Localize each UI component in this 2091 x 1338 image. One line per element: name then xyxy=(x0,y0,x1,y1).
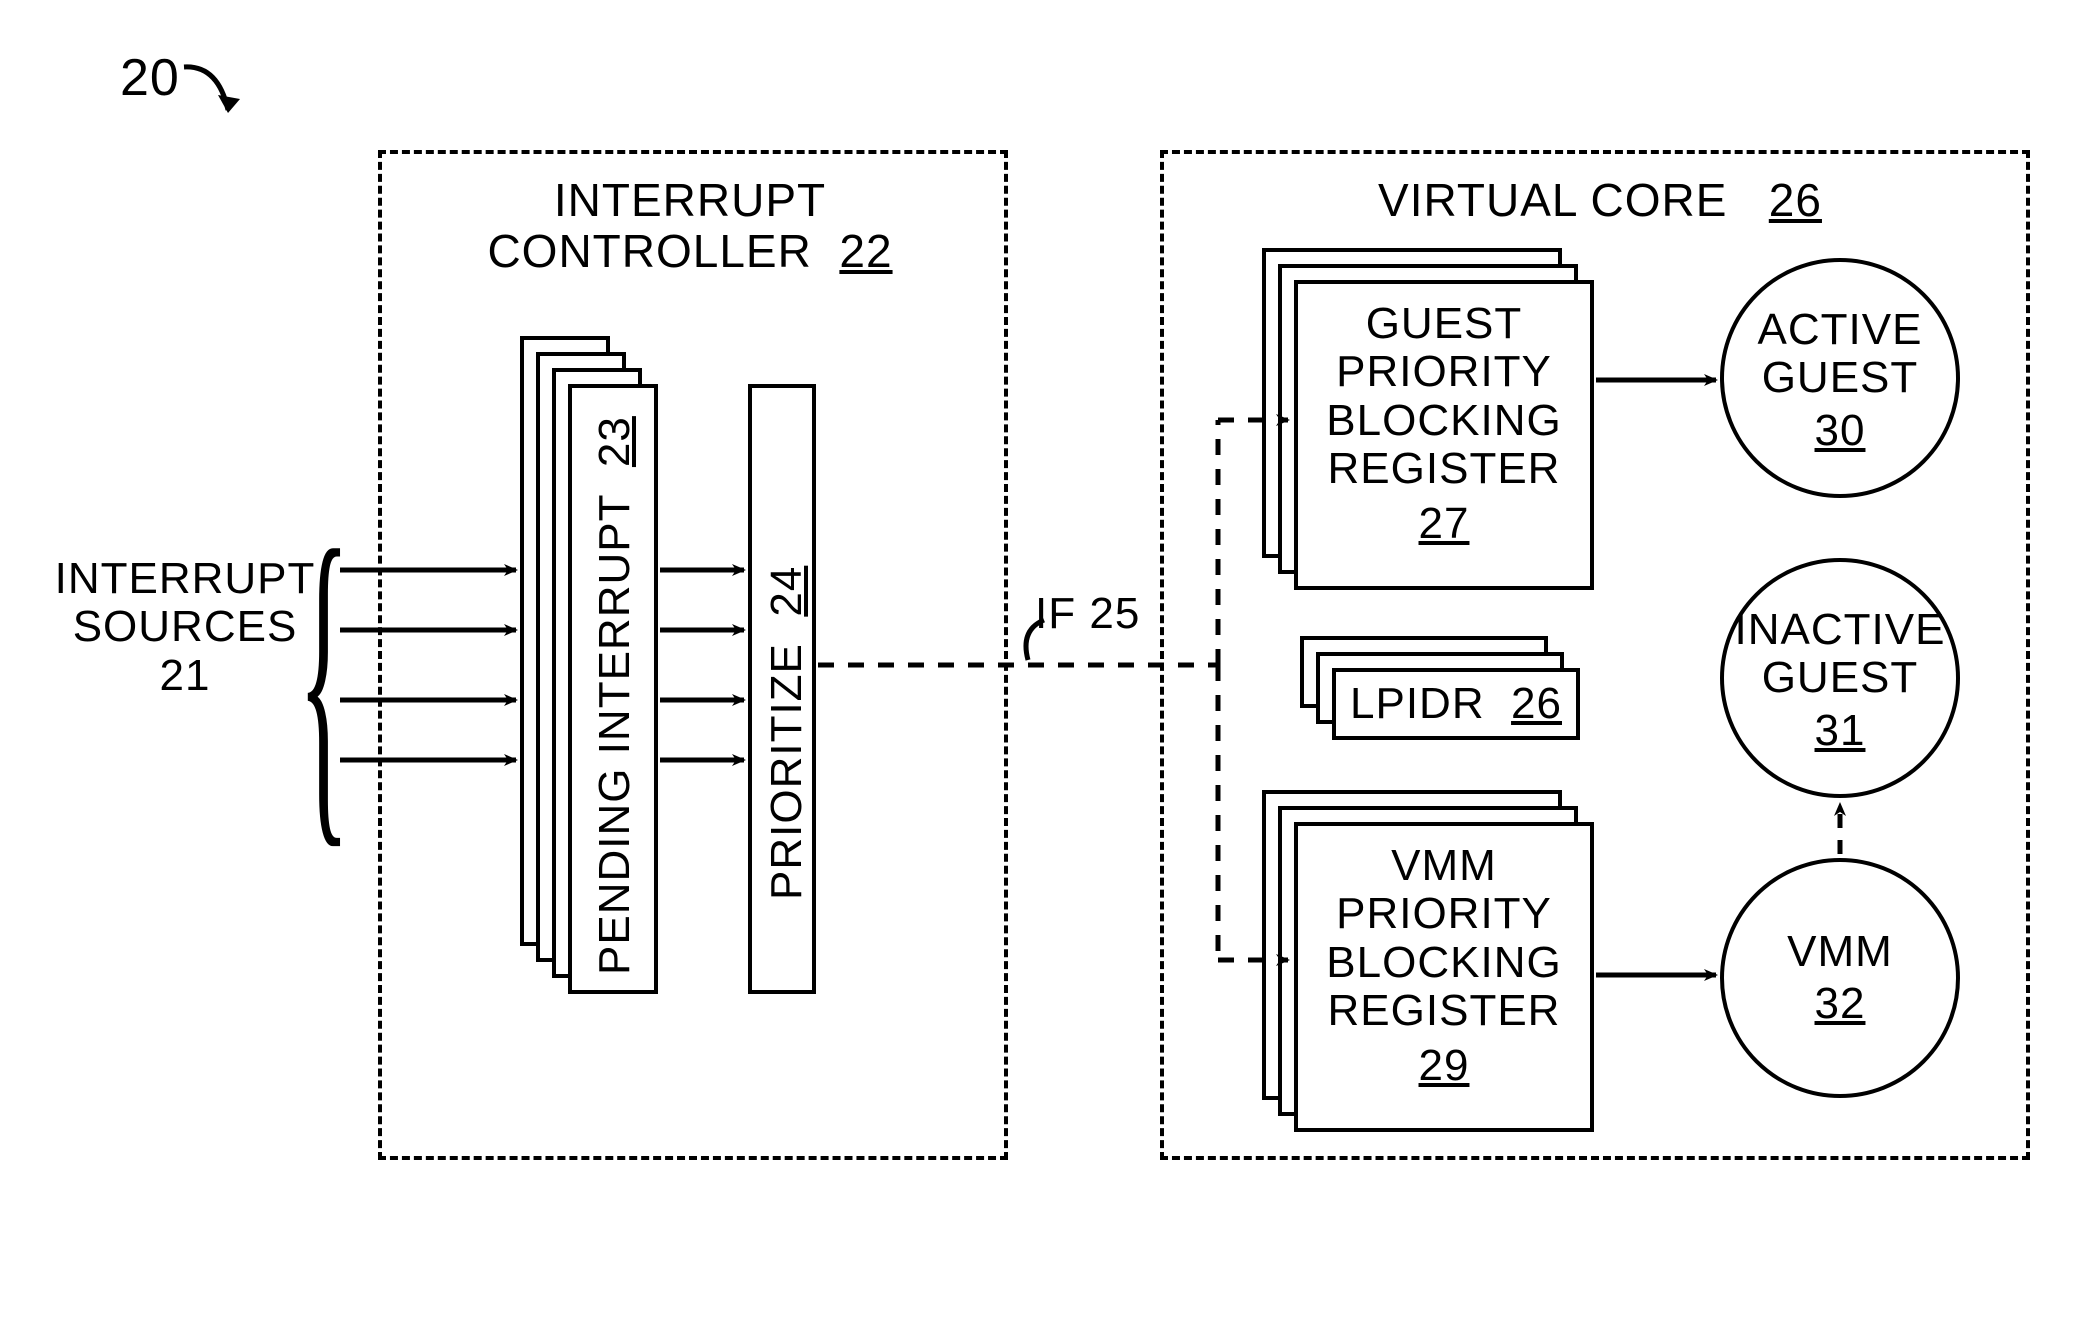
pending-interrupt-text: PENDING INTERRUPT xyxy=(590,494,639,975)
lpidr-text: LPIDR xyxy=(1350,679,1485,728)
lpidr-label: LPIDR 26 xyxy=(1332,680,1580,728)
gpbr-l1: GUEST xyxy=(1294,300,1594,348)
virtual-core-num: 26 xyxy=(1769,174,1822,226)
gpbr-num: 27 xyxy=(1419,500,1470,548)
brace-icon: { xyxy=(298,470,350,884)
interrupt-sources-line1: INTERRUPT xyxy=(40,555,330,603)
vmm-text: VMM xyxy=(1720,928,1960,976)
inactive-guest-l2: GUEST xyxy=(1720,654,1960,702)
prioritize-label: PRIORITIZE 24 xyxy=(762,566,812,900)
active-guest-l2: GUEST xyxy=(1720,354,1960,402)
vpbr-num: 29 xyxy=(1419,1042,1470,1090)
interrupt-sources-num: 21 xyxy=(40,652,330,700)
virtual-core-title-text: VIRTUAL CORE xyxy=(1378,174,1727,226)
vpbr-l1: VMM xyxy=(1294,842,1594,890)
prioritize-num: 24 xyxy=(762,566,811,617)
active-guest-label: ACTIVE GUEST 30 xyxy=(1720,306,1960,455)
interrupt-sources-line2: SOURCES xyxy=(40,603,330,651)
gpbr-l3: BLOCKING xyxy=(1294,397,1594,445)
interface-num: 25 xyxy=(1089,589,1140,638)
virtual-core-title: VIRTUAL CORE 26 xyxy=(1330,175,1870,226)
active-guest-num: 30 xyxy=(1815,407,1866,455)
active-guest-l1: ACTIVE xyxy=(1720,306,1960,354)
interrupt-controller-title-text: INTERRUPT CONTROLLER xyxy=(487,174,826,277)
prioritize-text: PRIORITIZE xyxy=(762,643,811,900)
vpbr-label: VMM PRIORITY BLOCKING REGISTER 29 xyxy=(1294,842,1594,1090)
interrupt-controller-num: 22 xyxy=(839,225,892,277)
pending-interrupt-label: PENDING INTERRUPT 23 xyxy=(590,416,640,975)
vmm-num: 32 xyxy=(1815,980,1866,1028)
interrupt-sources-label: INTERRUPT SOURCES 21 xyxy=(40,555,330,700)
gpbr-label: GUEST PRIORITY BLOCKING REGISTER 27 xyxy=(1294,300,1594,548)
figure-number: 20 xyxy=(120,50,180,107)
interrupt-controller-box xyxy=(378,150,1008,1160)
lpidr-num: 26 xyxy=(1511,679,1562,728)
vmm-label: VMM 32 xyxy=(1720,928,1960,1029)
gpbr-l4: REGISTER xyxy=(1294,445,1594,493)
figure-number-arrow xyxy=(178,55,258,135)
vpbr-l2: PRIORITY xyxy=(1294,890,1594,938)
inactive-guest-num: 31 xyxy=(1815,707,1866,755)
pending-interrupt-num: 23 xyxy=(590,416,639,467)
vpbr-l4: REGISTER xyxy=(1294,987,1594,1035)
interrupt-controller-title: INTERRUPT CONTROLLER 22 xyxy=(410,175,970,276)
vpbr-l3: BLOCKING xyxy=(1294,939,1594,987)
inactive-guest-l1: INACTIVE xyxy=(1720,606,1960,654)
inactive-guest-label: INACTIVE GUEST 31 xyxy=(1720,606,1960,755)
diagram-stage: 20 INTERRUPT SOURCES 21 { INTERRUPT CONT… xyxy=(0,0,2091,1338)
interface-hook-icon xyxy=(1012,612,1062,672)
gpbr-l2: PRIORITY xyxy=(1294,348,1594,396)
